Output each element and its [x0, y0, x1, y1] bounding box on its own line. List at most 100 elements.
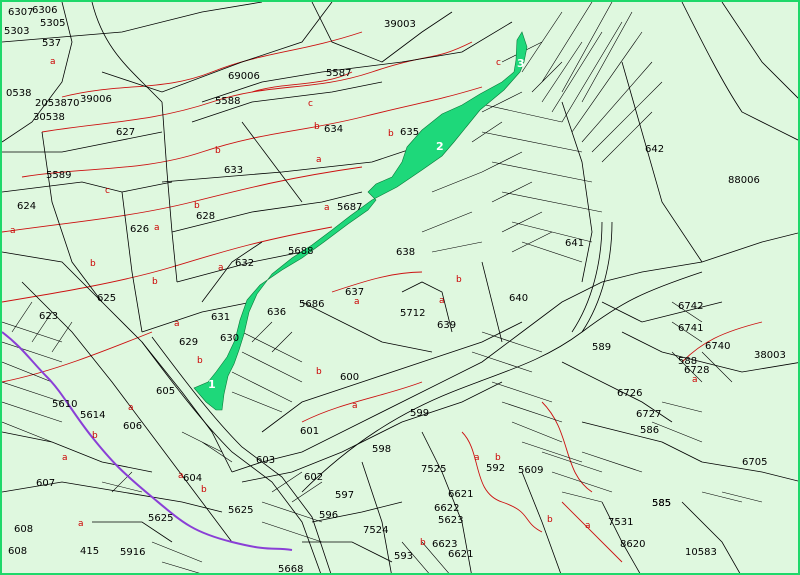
parcel-label: 592 — [486, 463, 506, 474]
parcel-label: 5609 — [518, 465, 544, 476]
parcel-label: 88006 — [728, 175, 760, 186]
parcel-label: 5614 — [80, 410, 106, 421]
parcel-label: 39006 — [80, 94, 112, 105]
subparcel-label: a — [352, 401, 358, 411]
subparcel-label: b — [201, 485, 207, 495]
cadastral-map: 1 2 3 6307 6306 5305 5303 537 39003 6900… — [0, 0, 800, 575]
parcel-label: 635 — [400, 127, 420, 138]
subparcel-label: b — [547, 515, 553, 525]
subparcel-label: b — [495, 453, 501, 463]
subparcel-label: b — [90, 259, 96, 269]
parcel-label: 642 — [645, 144, 665, 155]
subparcel-label: b — [316, 367, 322, 377]
parcel-label: 5688 — [288, 246, 314, 257]
parcel-label: 639 — [437, 320, 457, 331]
subparcel-label: b — [92, 431, 98, 441]
subparcel-label: b — [197, 356, 203, 366]
subparcel-label: a — [174, 319, 180, 329]
parcel-label: 589 — [592, 342, 612, 353]
parcel-label: 623 — [39, 311, 59, 322]
subparcel-label: b — [420, 538, 426, 548]
parcel-label: 6621 — [448, 489, 474, 500]
parcel-label: 598 — [372, 444, 392, 455]
subparcel-label: b — [456, 275, 462, 285]
parcel-label: 586 — [640, 425, 660, 436]
highlight-label: 1 — [208, 378, 216, 391]
parcel-label: 5303 — [4, 26, 30, 37]
parcel-label: 641 — [565, 238, 585, 249]
parcel-label: 5916 — [120, 547, 146, 558]
subparcel-label: a — [78, 519, 84, 529]
parcel-label: 640 — [509, 293, 529, 304]
subparcel-label: a — [324, 203, 330, 213]
parcel-label: 6726 — [617, 388, 643, 399]
parcel-label: 608 — [14, 524, 34, 535]
parcel-label: 629 — [179, 337, 199, 348]
parcel-label: 632 — [235, 258, 255, 269]
parcel-label: 6622 — [434, 503, 460, 514]
subparcel-label: a — [439, 296, 445, 306]
subparcel-label: b — [194, 201, 200, 211]
subparcel-label: a — [128, 403, 134, 413]
subparcel-label: a — [692, 375, 698, 385]
parcel-label: 39003 — [384, 19, 416, 30]
parcel-label: 602 — [304, 472, 324, 483]
subparcel-label: a — [50, 57, 56, 67]
parcel-label: 5587 — [326, 68, 352, 79]
parcel-label: 6742 — [678, 301, 704, 312]
subparcel-label: a — [62, 453, 68, 463]
parcel-label: 6306 — [32, 5, 58, 16]
subparcel-label: a — [178, 471, 184, 481]
parcel-label: 605 — [156, 386, 176, 397]
parcel-label: 5712 — [400, 308, 426, 319]
subparcel-label: a — [218, 263, 224, 273]
parcel-label: 627 — [116, 127, 136, 138]
parcel-label: 0538 — [6, 88, 32, 99]
parcel-label: 608 — [8, 546, 28, 557]
parcel-label: 7524 — [363, 525, 389, 536]
parcel-label: 607 — [36, 478, 56, 489]
parcel-label: 626 — [130, 224, 150, 235]
parcel-label: 6727 — [636, 409, 662, 420]
parcel-label: 6621 — [448, 549, 474, 560]
parcel-label: 2053870 — [35, 98, 80, 109]
subparcel-label: a — [585, 521, 591, 531]
parcel-label: 5625 — [228, 505, 254, 516]
parcel-label: 624 — [17, 201, 37, 212]
parcel-label: 5623 — [438, 515, 464, 526]
parcel-label: 597 — [335, 490, 355, 501]
subparcel-label: a — [10, 226, 16, 236]
parcel-label: 625 — [97, 293, 117, 304]
parcel-label: 601 — [300, 426, 320, 437]
subparcel-label: a — [316, 155, 322, 165]
parcel-label: 5686 — [299, 299, 325, 310]
parcel-label: 537 — [42, 38, 62, 49]
parcel-label: 628 — [196, 211, 216, 222]
parcel-label: 599 — [410, 408, 430, 419]
highlight-label: 2 — [436, 140, 444, 153]
subparcel-label: c — [105, 186, 110, 196]
parcel-label: 634 — [324, 124, 344, 135]
subparcel-label: c — [496, 58, 501, 68]
parcel-label: 596 — [319, 510, 339, 521]
parcel-label: 69006 — [228, 71, 260, 82]
parcel-label: 5305 — [40, 18, 66, 29]
parcel-label: 8620 — [620, 539, 646, 550]
parcel-label: 38003 — [754, 350, 786, 361]
subparcel-label: c — [308, 99, 313, 109]
parcel-label: 6307 — [8, 7, 34, 18]
parcel-label: 30538 — [33, 112, 65, 123]
parcel-label: 603 — [256, 455, 276, 466]
parcel-label: 5610 — [52, 399, 78, 410]
parcel-label: 6740 — [705, 341, 731, 352]
parcel-label: 633 — [224, 165, 244, 176]
subparcel-label: b — [388, 129, 394, 139]
parcel-label: 604 — [183, 473, 203, 484]
parcel-label: 415 — [80, 546, 100, 557]
subparcel-label: b — [152, 277, 158, 287]
parcel-label: 6705 — [742, 457, 768, 468]
parcel-label: 5588 — [215, 96, 241, 107]
parcel-label: 631 — [211, 312, 231, 323]
parcel-label: 10583 — [685, 547, 717, 558]
parcel-label: 600 — [340, 372, 360, 383]
